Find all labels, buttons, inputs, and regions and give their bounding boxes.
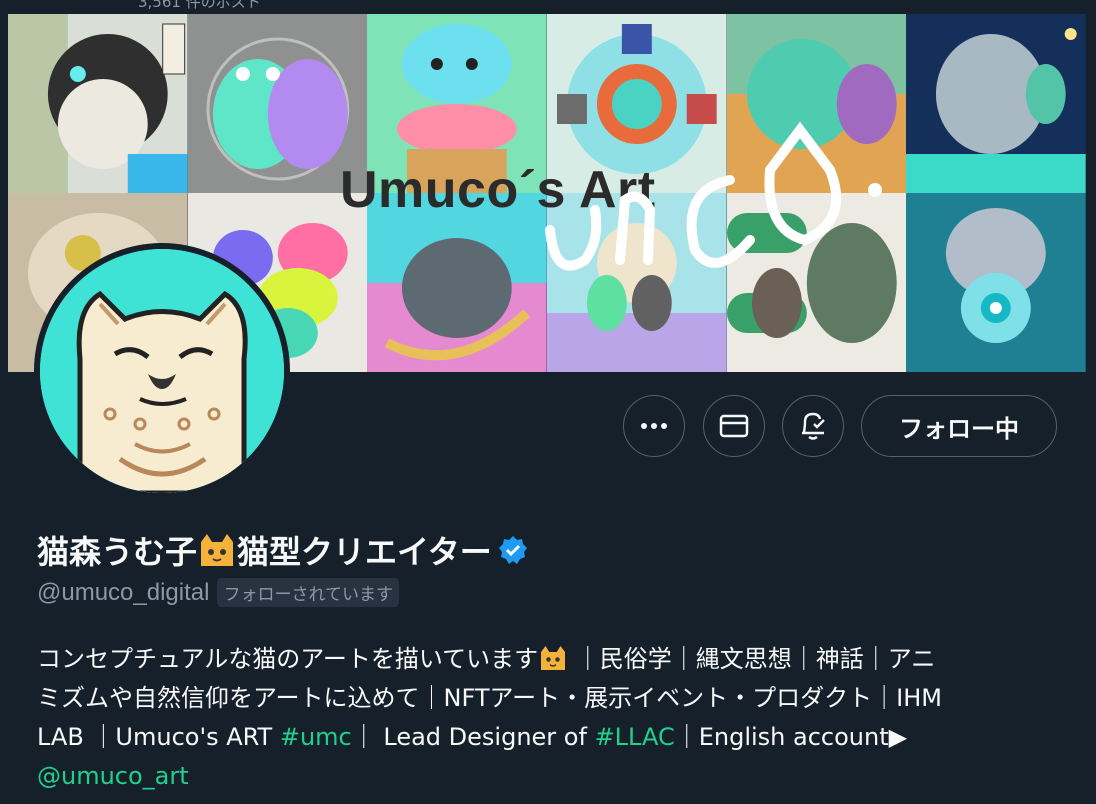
display-name: 猫森うむ子 猫型クリエイター [37,527,528,573]
cat-emoji-icon [541,646,566,670]
hashtag-llac-link[interactable]: #LLAC [595,723,675,751]
post-count-strip: 3,561 件のポスト [0,0,1096,14]
display-name-part1: 猫森うむ子 [37,533,198,571]
handle-row: @umuco_digital フォローされています [37,578,399,607]
following-button[interactable]: フォロー中 [861,395,1057,457]
profile-bio: コンセプチュアルな猫のアートを描いています ｜民俗学｜縄文思想｜神話｜アニ ミズ… [37,640,1067,796]
notifications-button[interactable] [782,395,844,457]
more-icon [641,423,667,429]
bio-line2: ミズムや自然信仰をアートに込めて｜NFTアート・展示イベント・プロダクト｜IHM [37,684,942,712]
more-button[interactable] [623,395,685,457]
banner-tile-1 [8,14,188,193]
hashtag-umc-link[interactable]: #umc [280,723,352,751]
banner-signature [545,121,882,271]
message-button[interactable] [703,395,765,457]
follows-you-badge: フォローされています [217,578,399,607]
banner-tile-6 [906,14,1086,193]
post-count: 3,561 件のポスト [138,0,261,11]
user-handle: @umuco_digital [37,578,210,606]
avatar-image [40,249,284,493]
bio-line3-c: ｜English account▶ [674,723,908,751]
profile-avatar[interactable] [34,243,290,499]
verified-badge-icon [498,536,527,564]
mention-umuco-art-link[interactable]: @umuco_art [37,762,189,790]
bio-line1-tail: ｜民俗学｜縄文思想｜神話｜アニ [568,645,936,673]
bell-check-icon [802,412,825,440]
bio-line3-b: ｜ Lead Designer of [351,723,595,751]
cat-emoji-icon [201,534,234,566]
bio-line3-a: LAB ｜Umuco's ART [37,723,280,751]
banner-tile-12 [906,193,1086,372]
display-name-part2: 猫型クリエイター [237,533,492,571]
bio-line1: コンセプチュアルな猫のアートを描いています [37,645,539,673]
mail-icon [719,414,749,438]
